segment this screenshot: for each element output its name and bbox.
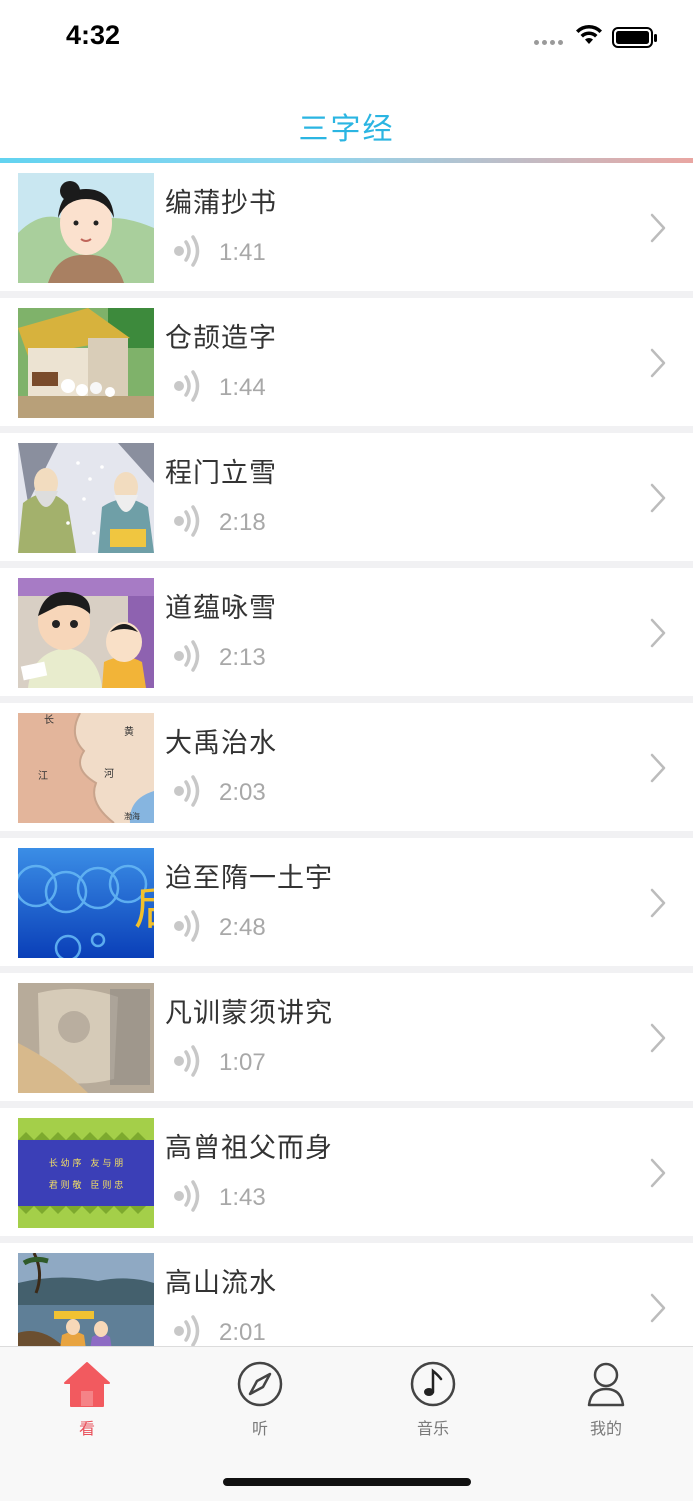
story-duration: 2:01 (219, 1319, 266, 1346)
list-item[interactable]: 编蒲抄书 1:41 (0, 163, 693, 291)
speaker-icon (174, 1045, 200, 1077)
speaker-icon (174, 235, 200, 267)
speaker-icon (174, 505, 200, 537)
list-item[interactable]: 程门立雪 2:18 (0, 433, 693, 561)
story-thumbnail: 后 (18, 848, 154, 958)
thumbnail-glyph: 后 (134, 881, 154, 935)
story-duration: 1:44 (219, 374, 266, 401)
story-title: 迨至隋一土宇 (165, 863, 333, 894)
story-thumbnail (18, 983, 154, 1093)
tab-label: 音乐 (416, 1419, 449, 1438)
list-item[interactable]: 高山流水 2:01 (0, 1243, 693, 1346)
map-label: 江 (38, 770, 48, 782)
story-title: 仓颉造字 (165, 323, 277, 354)
music-note-icon (410, 1361, 456, 1407)
chevron-right-icon (650, 888, 666, 918)
story-duration: 2:13 (219, 644, 266, 671)
story-title: 凡训蒙须讲究 (165, 998, 333, 1029)
story-title: 高曾祖父而身 (165, 1133, 333, 1164)
story-thumbnail (18, 1253, 154, 1346)
tab-listen[interactable]: 听 (200, 1359, 320, 1439)
status-time: 4:32 (66, 20, 121, 50)
map-label: 长 (44, 714, 54, 726)
story-duration: 2:48 (219, 914, 266, 941)
tab-watch[interactable]: 看 (27, 1359, 147, 1439)
speaker-icon (174, 370, 200, 402)
map-label: 渤海 (124, 811, 140, 821)
story-title: 程门立雪 (165, 458, 277, 489)
story-duration: 1:07 (219, 1049, 266, 1076)
chevron-right-icon (650, 753, 666, 783)
list-item[interactable]: 道蕴咏雪 2:13 (0, 568, 693, 696)
chevron-right-icon (650, 213, 666, 243)
cellular-signal-icon (534, 40, 563, 45)
story-thumbnail: 长 幼 序 友 与 朋 君 则 敬 臣 则 忠 (18, 1118, 154, 1228)
list-item[interactable]: 凡训蒙须讲究 1:07 (0, 973, 693, 1101)
story-duration: 2:03 (219, 779, 266, 806)
story-thumbnail: 长 黄 江 河 渤海 (18, 713, 154, 823)
list-item[interactable]: 后 迨至隋一土宇 2:48 (0, 838, 693, 966)
home-indicator[interactable] (223, 1478, 471, 1486)
story-duration: 1:43 (219, 1184, 266, 1211)
speaker-icon (174, 640, 200, 672)
tab-label: 我的 (589, 1419, 622, 1438)
battery-icon (612, 27, 657, 48)
speaker-icon (174, 1315, 200, 1346)
story-thumbnail (18, 443, 154, 553)
list-item[interactable]: 长 幼 序 友 与 朋 君 则 敬 臣 则 忠 高曾祖父而身 1:43 (0, 1108, 693, 1236)
story-list[interactable]: 编蒲抄书 1:41 仓颉造字 1:44 程门立雪 2:18 道蕴咏雪 2:13 … (0, 163, 693, 1346)
story-thumbnail (18, 578, 154, 688)
speaker-icon (174, 910, 200, 942)
story-thumbnail (18, 308, 154, 418)
story-thumbnail (18, 173, 154, 283)
story-title: 高山流水 (165, 1268, 277, 1299)
story-duration: 1:41 (219, 239, 266, 266)
banner-line: 君 则 敬 臣 则 忠 (49, 1179, 123, 1191)
tab-profile[interactable]: 我的 (546, 1359, 666, 1439)
compass-icon (237, 1361, 283, 1407)
chevron-right-icon (650, 1023, 666, 1053)
user-icon (587, 1362, 625, 1407)
story-title: 大禹治水 (165, 728, 277, 759)
map-label: 黄 (124, 725, 134, 738)
navigation-bar: 三字经 (0, 80, 693, 158)
tab-label: 看 (78, 1419, 95, 1438)
story-title: 编蒲抄书 (165, 188, 277, 219)
map-label: 河 (104, 768, 114, 780)
chevron-right-icon (650, 1293, 666, 1323)
tab-music[interactable]: 音乐 (373, 1359, 493, 1439)
chevron-right-icon (650, 483, 666, 513)
chevron-right-icon (650, 1158, 666, 1188)
speaker-icon (174, 775, 200, 807)
banner-line: 长 幼 序 友 与 朋 (49, 1157, 123, 1169)
chevron-right-icon (650, 348, 666, 378)
status-bar: 4:32 (0, 0, 693, 80)
tab-label: 听 (251, 1419, 268, 1438)
story-duration: 2:18 (219, 509, 266, 536)
chevron-right-icon (650, 618, 666, 648)
list-item[interactable]: 长 黄 江 河 渤海 大禹治水 2:03 (0, 703, 693, 831)
list-item[interactable]: 仓颉造字 1:44 (0, 298, 693, 426)
story-title: 道蕴咏雪 (165, 593, 277, 624)
wifi-icon (576, 24, 602, 44)
page-title: 三字经 (298, 112, 395, 147)
speaker-icon (174, 1180, 200, 1212)
home-icon (64, 1362, 110, 1407)
